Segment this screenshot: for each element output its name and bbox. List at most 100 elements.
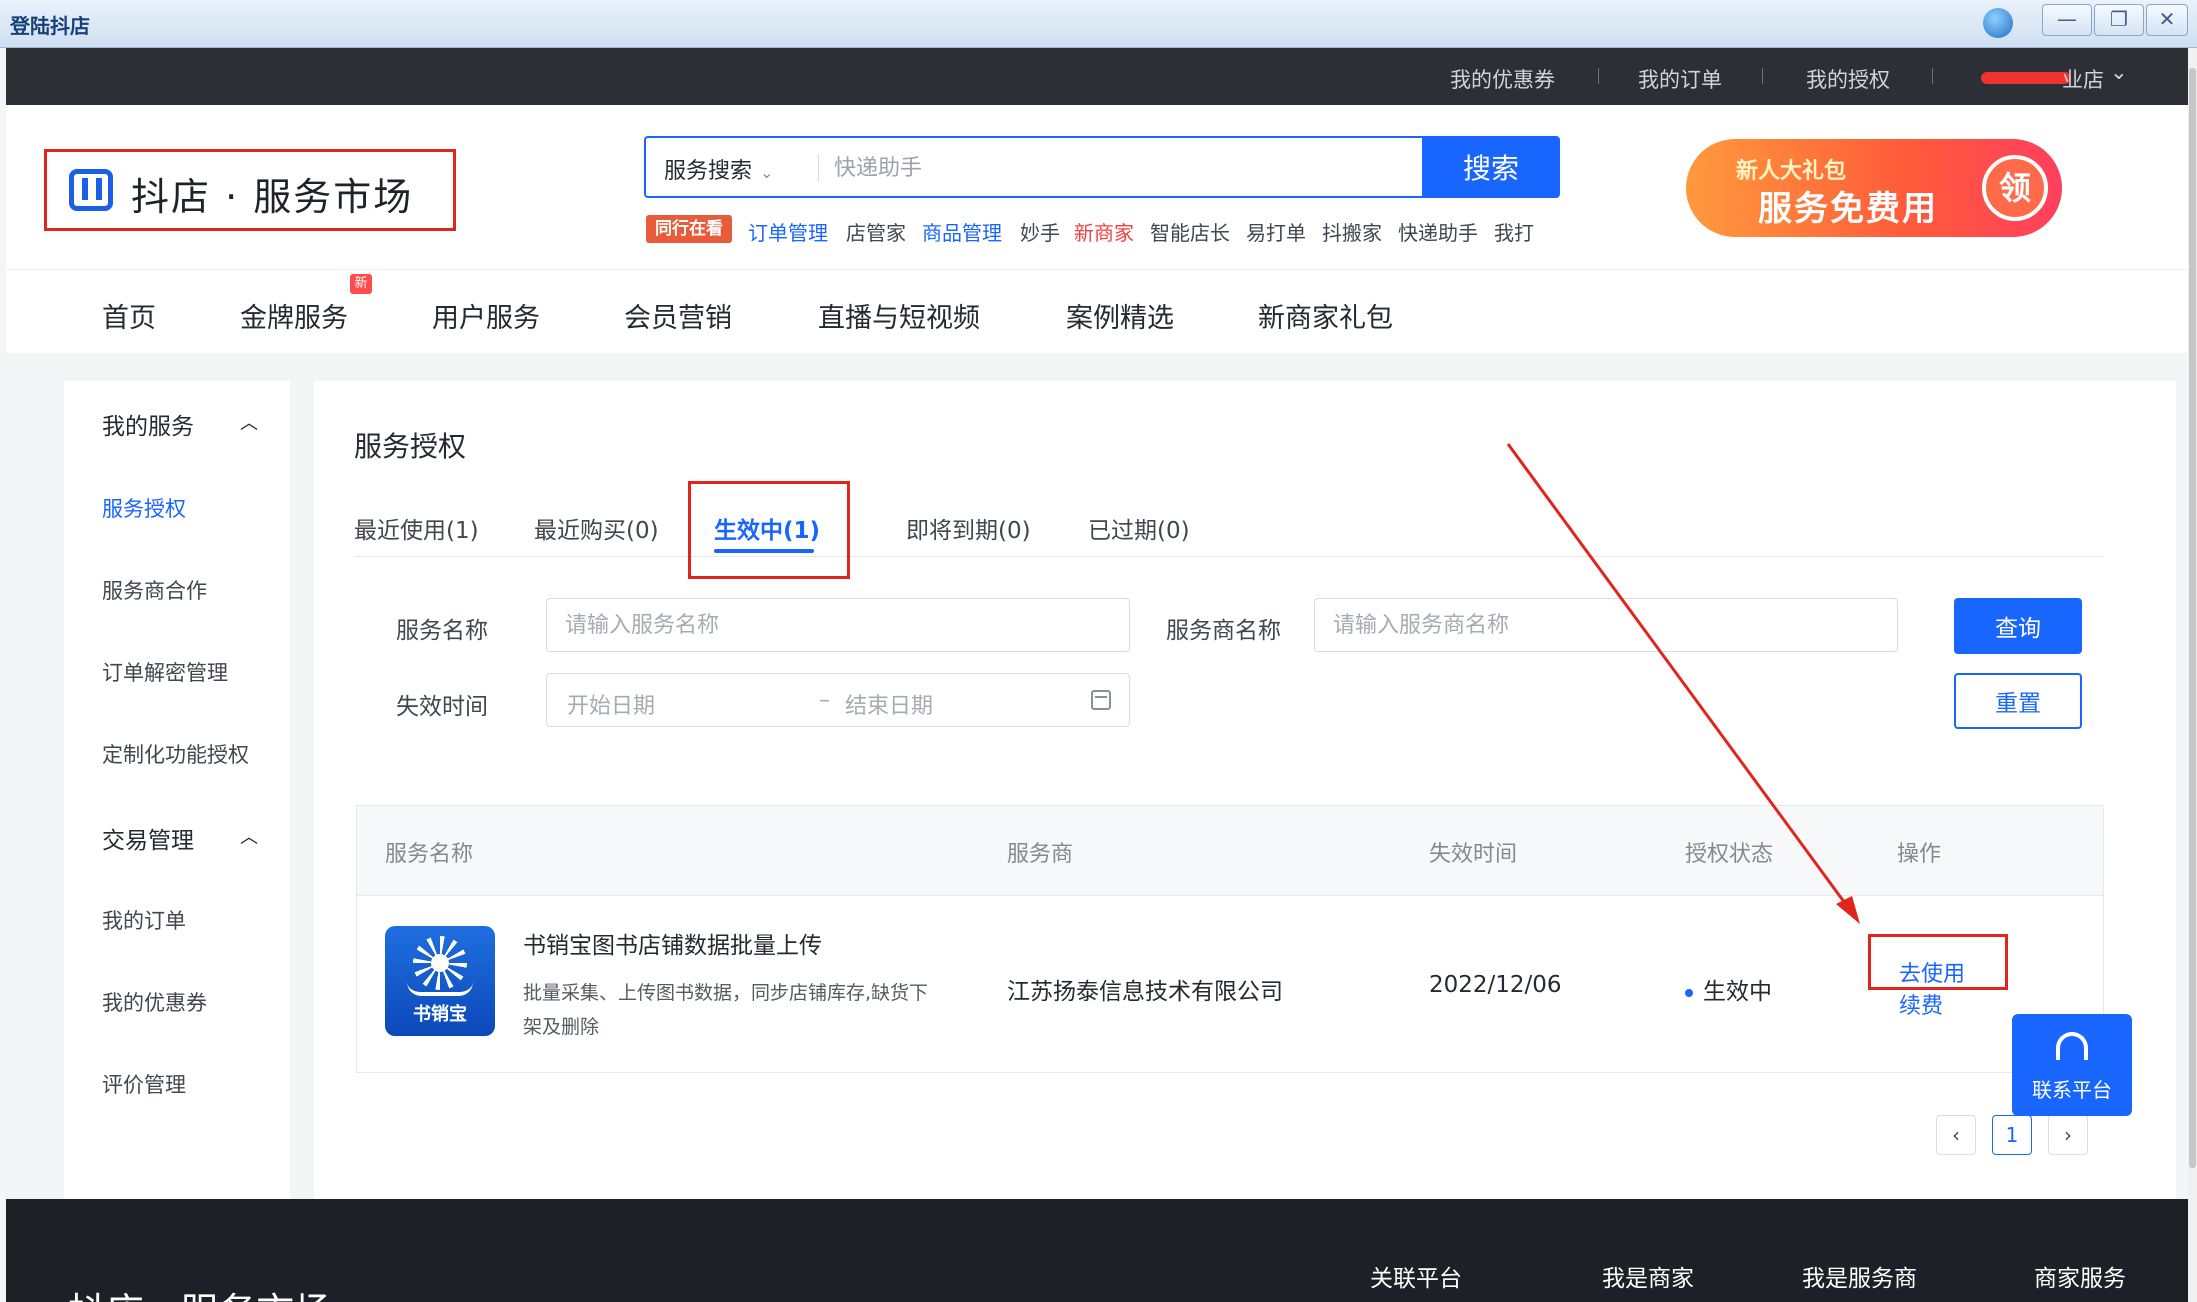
- new-badge: 新: [350, 274, 372, 294]
- logo[interactable]: 抖店 · 服务市场: [44, 149, 456, 231]
- hot-item[interactable]: 新商家: [1074, 217, 1134, 246]
- logo-text: 抖店 · 服务市场: [131, 175, 414, 219]
- main-nav: 首页 金牌服务 新 用户服务 会员营销 直播与短视频 案例精选 新商家礼包: [6, 269, 2188, 353]
- nav-item-gold-service[interactable]: 金牌服务: [240, 296, 348, 335]
- start-date-placeholder[interactable]: 开始日期: [567, 688, 655, 720]
- provider-name-field[interactable]: [1314, 598, 1898, 652]
- search-type-select[interactable]: 服务搜索 ⌄: [664, 153, 773, 185]
- table-row: 书销宝 书销宝图书店铺数据批量上传 批量采集、上传图书数据，同步店铺库存,缺货下…: [357, 896, 2103, 1072]
- maximize-button[interactable]: ❐: [2094, 4, 2144, 36]
- hot-item[interactable]: 店管家: [846, 217, 906, 246]
- contact-platform-button[interactable]: 联系平台: [2012, 1014, 2132, 1116]
- topbar-link-orders[interactable]: 我的订单: [1638, 64, 1722, 94]
- window-titlebar: 登陆抖店 — ❐ ✕: [0, 0, 2197, 48]
- nav-item-home[interactable]: 首页: [102, 296, 156, 335]
- close-button[interactable]: ✕: [2146, 4, 2188, 36]
- nav-item-new-merchant-pack[interactable]: 新商家礼包: [1258, 296, 1393, 335]
- sidebar-item-provider-coop[interactable]: 服务商合作: [102, 575, 207, 605]
- minimize-button[interactable]: —: [2042, 4, 2092, 36]
- search-button[interactable]: 搜索: [1422, 136, 1560, 198]
- table-header: 服务名称 服务商 失效时间 授权状态 操作: [357, 806, 2103, 896]
- filter-label-service-name: 服务名称: [396, 618, 488, 644]
- footer-logo: 抖店 · 服务市场: [68, 1281, 332, 1302]
- new-user-promo-banner[interactable]: 新人大礼包 服务免费用 领: [1686, 139, 2062, 237]
- service-name[interactable]: 书销宝图书店铺数据批量上传: [523, 926, 822, 960]
- topbar-separator: [1598, 68, 1599, 84]
- reset-button[interactable]: 重置: [1954, 673, 2082, 729]
- doudian-logo-icon: [69, 169, 113, 211]
- chevron-up-icon[interactable]: ︿: [240, 409, 258, 435]
- column-header: 服务商: [1007, 842, 1074, 867]
- query-button[interactable]: 查询: [1954, 598, 2082, 654]
- topbar-link-authorization[interactable]: 我的授权: [1806, 64, 1890, 94]
- sidebar-item-my-orders[interactable]: 我的订单: [102, 905, 186, 935]
- date-range-picker[interactable]: 开始日期 – 结束日期: [546, 673, 1130, 727]
- tab-expiring[interactable]: 即将到期(0): [906, 511, 1031, 545]
- hot-tag: 同行在看: [646, 215, 732, 243]
- chevron-down-icon[interactable]: ⌄: [2110, 60, 2128, 84]
- footer-link[interactable]: 关联平台: [1370, 1259, 1462, 1293]
- page-title: 服务授权: [354, 430, 467, 463]
- tab-bar: 最近使用(1) 最近购买(0) 生效中(1) 即将到期(0) 已过期(0): [354, 499, 2104, 557]
- pager-page-button[interactable]: 1: [1992, 1115, 2032, 1155]
- chevron-down-icon: ⌄: [760, 163, 774, 182]
- sidebar-group-my-services[interactable]: 我的服务: [102, 407, 194, 441]
- nav-item-member-marketing[interactable]: 会员营销: [624, 296, 732, 335]
- sidebar-item-reviews[interactable]: 评价管理: [102, 1069, 186, 1099]
- topbar-separator: [1932, 68, 1933, 84]
- top-bar: 我的优惠券 我的订单 我的授权 业店 ⌄: [6, 48, 2188, 105]
- hot-item[interactable]: 妙手: [1020, 217, 1060, 246]
- expire-date: 2022/12/06: [1429, 972, 1562, 998]
- hot-item[interactable]: 抖搬家: [1322, 217, 1382, 246]
- pager-prev-button[interactable]: ‹: [1936, 1115, 1976, 1155]
- calendar-icon[interactable]: [1091, 690, 1111, 710]
- provider-name-input[interactable]: [1315, 599, 1897, 651]
- search-input[interactable]: [834, 148, 1334, 188]
- hot-item[interactable]: 快递助手: [1398, 217, 1478, 246]
- topbar-link-coupons[interactable]: 我的优惠券: [1450, 64, 1555, 94]
- pager-next-button[interactable]: ›: [2048, 1115, 2088, 1155]
- service-description: 批量采集、上传图书数据，同步店铺库存,缺货下架及删除: [523, 982, 929, 1038]
- hot-item[interactable]: 智能店长: [1150, 217, 1230, 246]
- site-header: 抖店 · 服务市场 服务搜索⌄ 搜索 同行在看 订单管理 店管家 商品管理 妙手…: [6, 105, 2188, 269]
- nav-item-user-service[interactable]: 用户服务: [432, 296, 540, 335]
- hot-item[interactable]: 订单管理: [748, 217, 828, 246]
- footer-link[interactable]: 商家服务: [2034, 1259, 2126, 1293]
- sidebar-item-custom-auth[interactable]: 定制化功能授权: [102, 739, 249, 769]
- annotation-highlight-box: [1868, 934, 2008, 990]
- vertical-scrollbar[interactable]: [2188, 48, 2197, 1302]
- hot-item[interactable]: 易打单: [1246, 217, 1306, 246]
- end-date-placeholder[interactable]: 结束日期: [845, 688, 933, 720]
- tab-recent-bought[interactable]: 最近购买(0): [534, 511, 659, 545]
- footer-link[interactable]: 我是商家: [1602, 1259, 1694, 1293]
- status-dot: [1685, 988, 1693, 997]
- app-icon-label: 书销宝: [413, 1004, 467, 1025]
- sidebar-group-trade[interactable]: 交易管理: [102, 821, 194, 855]
- nav-item-live-video[interactable]: 直播与短视频: [818, 296, 980, 335]
- column-header: 服务名称: [385, 842, 474, 867]
- footer-link[interactable]: 我是服务商: [1802, 1259, 1917, 1293]
- tab-recent-used[interactable]: 最近使用(1): [354, 511, 479, 545]
- service-table: 服务名称 服务商 失效时间 授权状态 操作 书销宝 书销宝图书店铺数据批量上传 …: [356, 805, 2104, 1073]
- filter-label-expire: 失效时间: [396, 694, 488, 720]
- main-panel: 服务授权 最近使用(1) 最近购买(0) 生效中(1) 即将到期(0) 已过期(…: [314, 381, 2176, 1199]
- headset-icon: [2056, 1032, 2088, 1060]
- service-app-icon[interactable]: 书销宝: [385, 926, 495, 1036]
- shop-switcher[interactable]: 业店: [2062, 64, 2104, 94]
- hot-item[interactable]: 我打: [1494, 217, 1534, 246]
- auth-status: 生效中: [1685, 972, 1772, 1006]
- sidebar: 我的服务 ︿ 服务授权 服务商合作 订单解密管理 定制化功能授权 交易管理 ︿ …: [64, 381, 290, 1199]
- renew-link[interactable]: 续费: [1899, 988, 1943, 1020]
- sidebar-item-service-auth[interactable]: 服务授权: [102, 493, 186, 523]
- sidebar-item-my-coupons[interactable]: 我的优惠券: [102, 987, 207, 1017]
- topbar-separator: [1762, 68, 1763, 84]
- service-name-field[interactable]: [546, 598, 1130, 652]
- tab-expired[interactable]: 已过期(0): [1088, 511, 1190, 545]
- sidebar-item-order-decrypt[interactable]: 订单解密管理: [102, 657, 228, 687]
- scrollbar-thumb[interactable]: [2189, 68, 2196, 1168]
- service-name-input[interactable]: [547, 599, 1129, 651]
- hot-item[interactable]: 商品管理: [922, 217, 1002, 246]
- nav-item-cases[interactable]: 案例精选: [1066, 296, 1174, 335]
- search-box: 服务搜索⌄ 搜索: [644, 136, 1560, 198]
- chevron-up-icon[interactable]: ︿: [240, 823, 258, 849]
